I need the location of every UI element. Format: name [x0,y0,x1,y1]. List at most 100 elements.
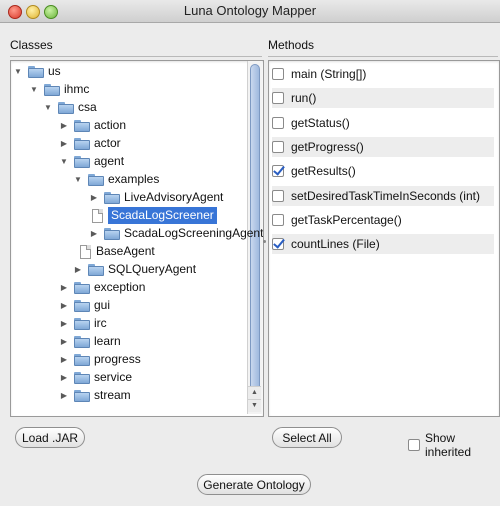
folder-icon [28,65,44,78]
expanded-triangle-icon[interactable]: ▼ [13,67,23,77]
tree-node[interactable]: ▶ actor [59,135,121,152]
methods-header-divider [268,56,498,57]
checked-checkbox[interactable] [272,238,284,251]
tree-node[interactable]: ▶ SQLQueryAgent [73,261,196,278]
classes-label: Classes [10,38,53,52]
tree-node[interactable]: ▶ stream [59,387,131,404]
tree-node-label: learn [94,334,121,348]
tree-node-label: actor [94,136,121,150]
close-window-icon[interactable] [8,5,22,19]
tree-node-label: examples [108,172,160,186]
tree-node-label: irc [94,316,107,330]
method-row[interactable]: getProgress() [272,136,494,157]
checked-checkbox[interactable] [272,165,284,178]
folder-icon [74,299,90,312]
unchecked-checkbox[interactable] [272,140,284,153]
collapsed-triangle-icon[interactable]: ▶ [89,193,99,203]
folder-icon [74,119,90,132]
folder-icon [104,227,120,240]
folder-icon [74,335,90,348]
tree-node[interactable]: ▼ us [13,63,61,80]
expanded-triangle-icon[interactable]: ▼ [29,85,39,95]
select-all-button[interactable]: Select All [272,427,342,448]
unchecked-checkbox[interactable] [272,68,284,80]
classes-tree-panel[interactable]: ▲ ▼ ▼ us ▼ ihmc ▼ csa ▶ action ▶ actor ▼ agent ▼ exam… [10,60,264,417]
unchecked-checkbox[interactable] [272,189,284,202]
show-inherited-checkbox[interactable] [408,439,420,451]
method-label: getTaskPercentage() [291,212,402,227]
tree-node[interactable]: ScadaLogScreener [89,207,217,224]
tree-node-label: ihmc [64,82,90,96]
tree-node[interactable]: ▼ agent [59,153,124,170]
collapsed-triangle-icon[interactable]: ▶ [59,373,69,383]
tree-node[interactable]: ▶ ScadaLogScreeningAgent [89,225,263,242]
expanded-triangle-icon[interactable]: ▼ [43,103,53,113]
collapsed-triangle-icon[interactable]: ▶ [89,229,99,239]
minimize-window-icon[interactable] [26,5,40,19]
tree-node[interactable]: ▶ gui [59,297,110,314]
tree-node[interactable]: ▶ progress [59,351,141,368]
zoom-window-icon[interactable] [44,5,58,19]
expanded-triangle-icon[interactable]: ▼ [73,175,83,185]
folder-icon [58,101,74,114]
unchecked-checkbox[interactable] [272,92,284,105]
folder-icon [74,137,90,150]
method-row[interactable]: setDesiredTaskTimeInSeconds (int) [272,185,494,206]
folder-icon [74,389,90,402]
scroll-down-arrow-icon[interactable]: ▼ [248,399,261,412]
collapsed-triangle-icon[interactable]: ▶ [59,139,69,149]
tree-node[interactable]: ▶ learn [59,333,121,350]
unchecked-checkbox[interactable] [272,213,284,226]
collapsed-triangle-icon[interactable]: ▶ [59,283,69,293]
unchecked-checkbox[interactable] [272,116,284,129]
load-jar-button[interactable]: Load .JAR [15,427,85,448]
method-row[interactable]: run() [272,88,494,109]
method-row[interactable]: getResults() [272,161,494,181]
method-row[interactable]: getStatus() [272,113,494,133]
tree-node[interactable]: ▼ csa [43,99,97,116]
collapsed-triangle-icon[interactable]: ▶ [59,337,69,347]
scroll-up-arrow-icon[interactable]: ▲ [248,386,261,399]
method-label: getProgress() [291,139,364,154]
method-row[interactable]: countLines (File) [272,234,494,255]
tree-node[interactable]: ▶ irc [59,315,107,332]
show-inherited-option[interactable]: Show inherited [408,431,500,459]
classes-header-divider [10,56,262,57]
method-row[interactable]: main (String[]) [272,64,494,84]
tree-node[interactable]: ▼ examples [73,171,159,188]
split-pane-divider[interactable] [263,240,266,243]
tree-node-label: SQLQueryAgent [108,262,197,276]
method-label: getStatus() [291,115,350,130]
tree-node-label: csa [78,100,97,114]
collapsed-triangle-icon[interactable]: ▶ [59,121,69,131]
method-row[interactable]: getTaskPercentage() [272,210,494,230]
collapsed-triangle-icon[interactable]: ▶ [73,265,83,275]
collapsed-triangle-icon[interactable]: ▶ [59,391,69,401]
methods-label: Methods [268,38,315,52]
method-label: countLines (File) [291,237,380,252]
tree-node-label: agent [94,154,125,168]
tree-node-label: gui [94,298,111,312]
generate-ontology-button[interactable]: Generate Ontology [197,474,311,495]
tree-node[interactable]: ▼ ihmc [29,81,89,98]
expanded-triangle-icon[interactable]: ▼ [59,157,69,167]
file-icon [92,208,103,223]
tree-node[interactable]: ▶ action [59,117,126,134]
tree-node[interactable]: ▶ LiveAdvisoryAgent [89,189,223,206]
folder-icon [74,317,90,330]
collapsed-triangle-icon[interactable]: ▶ [59,301,69,311]
tree-node-label: us [48,64,61,78]
tree-node-label: progress [94,352,141,366]
tree-node[interactable]: ▶ service [59,369,132,386]
collapsed-triangle-icon[interactable]: ▶ [59,319,69,329]
methods-list-panel[interactable]: main (String[]) run() getStatus() getProgre… [268,60,500,417]
tree-node-label: ScadaLogScreener [108,207,217,224]
collapsed-triangle-icon[interactable]: ▶ [59,355,69,365]
folder-icon [74,353,90,366]
tree-node[interactable]: BaseAgent [77,243,155,260]
folder-icon [74,371,90,384]
folder-icon [44,83,60,96]
tree-node-label: BaseAgent [96,244,155,258]
tree-node-label: LiveAdvisoryAgent [124,190,224,204]
tree-node[interactable]: ▶ exception [59,279,145,296]
